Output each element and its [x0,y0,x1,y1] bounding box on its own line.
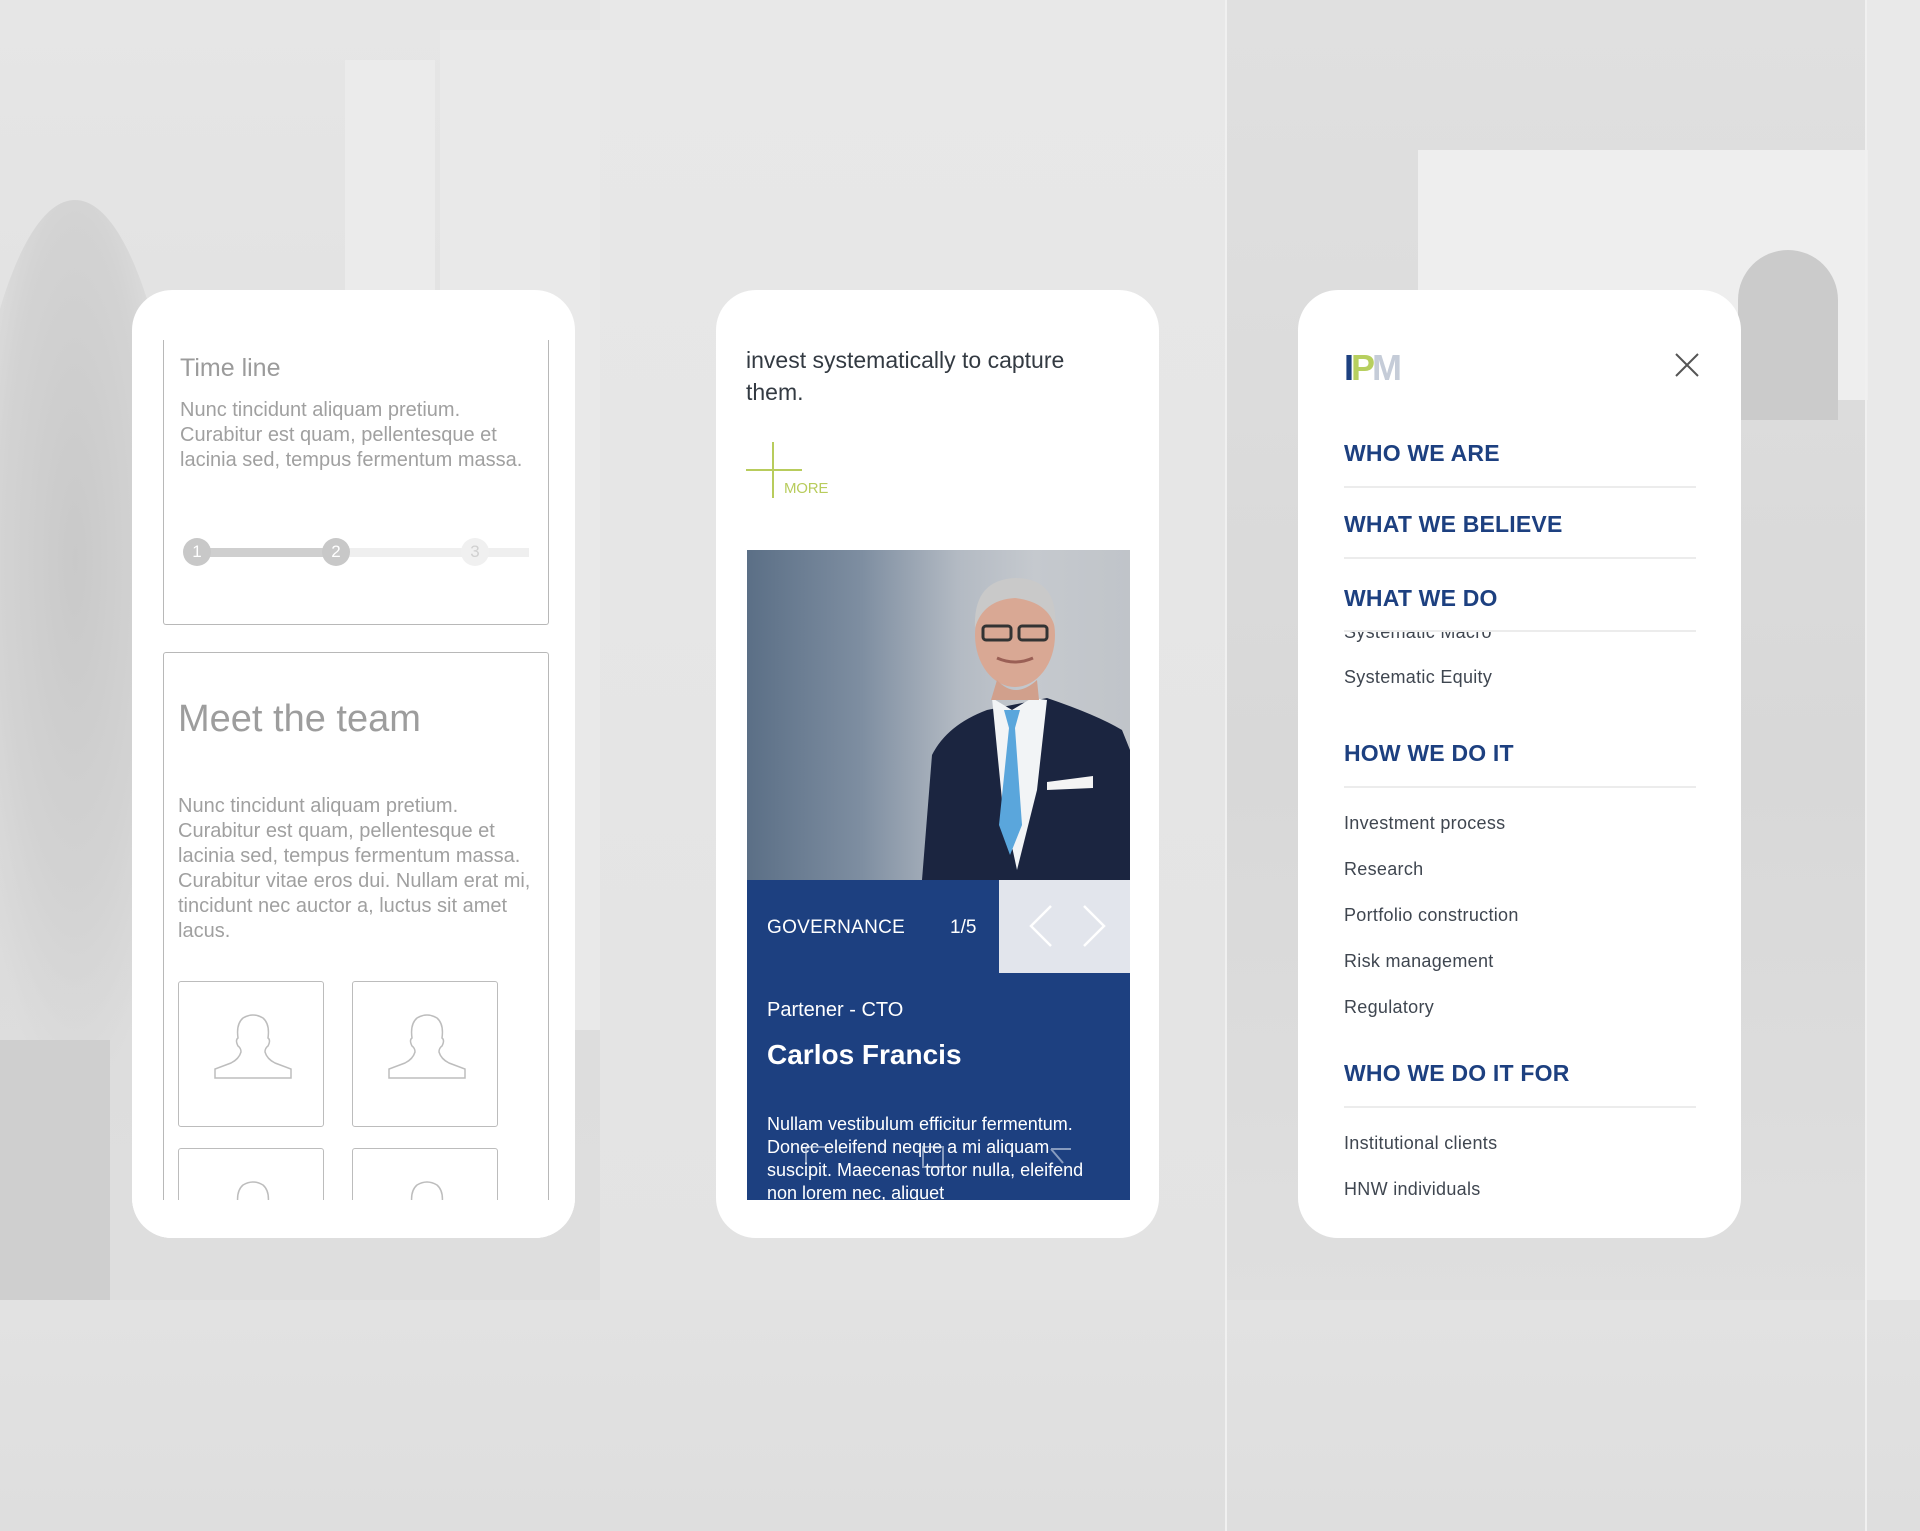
back-icon[interactable] [1047,1145,1075,1171]
more-label: MORE [784,480,829,497]
timeline-step-3[interactable]: 3 [461,538,489,566]
team-member-photo [747,550,1130,880]
chevron-left-icon [1029,905,1052,947]
ipm-logo[interactable]: IPM [1344,347,1402,388]
menu-systematic-equity[interactable]: Systematic Equity [1344,667,1492,688]
team-member-details: Partener - CTO Carlos Francis Nullam ves… [747,973,1130,1200]
close-icon [1675,353,1699,377]
menu-risk-management[interactable]: Risk management [1344,951,1494,972]
bg-plant-pot [0,1040,110,1300]
menu-what-we-believe[interactable]: WHAT WE BELIEVE [1344,511,1563,538]
bg-lamp [1738,250,1838,420]
bg-floor [0,1300,1920,1531]
menu-divider [1344,557,1696,559]
logo-letter-i: I [1344,347,1354,388]
timeline-text: Nunc tincidunt aliquam pretium. Curabitu… [180,399,523,471]
slider-navigation [999,880,1130,973]
timeline-progress-fill [194,548,333,557]
menu-how-we-do-it[interactable]: HOW WE DO IT [1344,740,1514,767]
phone-bottom-bezel [132,1200,575,1238]
menu-regulatory[interactable]: Regulatory [1344,997,1434,1018]
menu-research[interactable]: Research [1344,859,1423,880]
menu-what-we-do[interactable]: WHAT WE DO [1344,585,1498,612]
menu-who-we-do-it-for[interactable]: WHO WE DO IT FOR [1344,1060,1570,1087]
team-text: Nunc tincidunt aliquam pretium. Curabitu… [178,795,531,942]
home-icon[interactable] [920,1145,948,1171]
menu-institutional-clients[interactable]: Institutional clients [1344,1133,1497,1154]
more-button[interactable]: MORE [746,442,846,502]
user-placeholder-icon [214,1014,292,1079]
member-role: Partener - CTO [767,999,904,1021]
menu-who-we-are[interactable]: WHO WE ARE [1344,440,1500,467]
team-title: Meet the team [178,698,421,740]
plus-icon-horizontal [746,469,802,471]
phone-mockup-menu: IPM WHO WE ARE WHAT WE BELIEVE WHAT WE D… [1298,290,1741,1238]
timeline-title: Time line [180,354,281,382]
intro-text: invest systematically to capture them. [746,347,1065,405]
slider-category: GOVERNANCE [767,917,906,938]
menu-divider [1344,1106,1696,1108]
menu-divider [1344,630,1696,632]
close-menu-button[interactable] [1674,352,1700,378]
member-name: Carlos Francis [767,1039,962,1070]
phone-mockup-team-slider: invest systematically to capture them. M… [716,290,1159,1238]
menu-divider [1344,786,1696,788]
recent-apps-icon[interactable] [802,1145,830,1169]
slider-prev-button[interactable] [1021,902,1061,950]
menu-divider [1344,486,1696,488]
slider-counter: 1/5 [950,917,977,938]
phone-mockup-wireframe: Time line Nunc tincidunt aliquam pretium… [132,290,575,1238]
chevron-right-icon [1083,905,1106,947]
menu-investment-process[interactable]: Investment process [1344,813,1505,834]
user-placeholder-icon [388,1014,466,1079]
logo-letter-p: P [1351,347,1375,388]
slider-next-button[interactable] [1074,902,1114,950]
team-member-card[interactable] [352,981,498,1127]
portrait-image [922,578,1130,880]
bg-divider [1225,0,1227,1531]
team-member-card[interactable] [178,981,324,1127]
menu-systematic-macro[interactable]: Systematic Macro [1344,632,1492,646]
timeline-step-2[interactable]: 2 [322,538,350,566]
menu-portfolio-construction[interactable]: Portfolio construction [1344,905,1519,926]
timeline-step-1[interactable]: 1 [183,538,211,566]
logo-letter-m: M [1372,347,1402,388]
menu-item-label: Systematic Macro [1344,632,1492,642]
bg-divider [1865,0,1867,1531]
menu-hnw-individuals[interactable]: HNW individuals [1344,1179,1481,1200]
